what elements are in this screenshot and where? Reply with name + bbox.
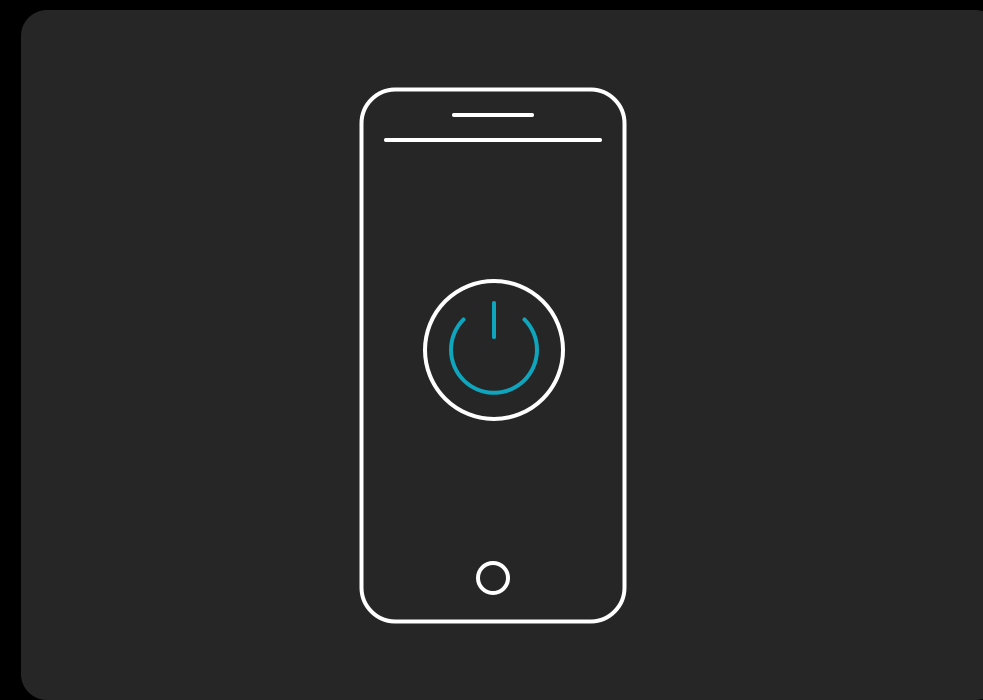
home-button-icon [476,561,510,595]
power-icon [449,301,539,395]
phone-power-illustration [359,87,627,624]
smartphone-icon [359,87,627,624]
